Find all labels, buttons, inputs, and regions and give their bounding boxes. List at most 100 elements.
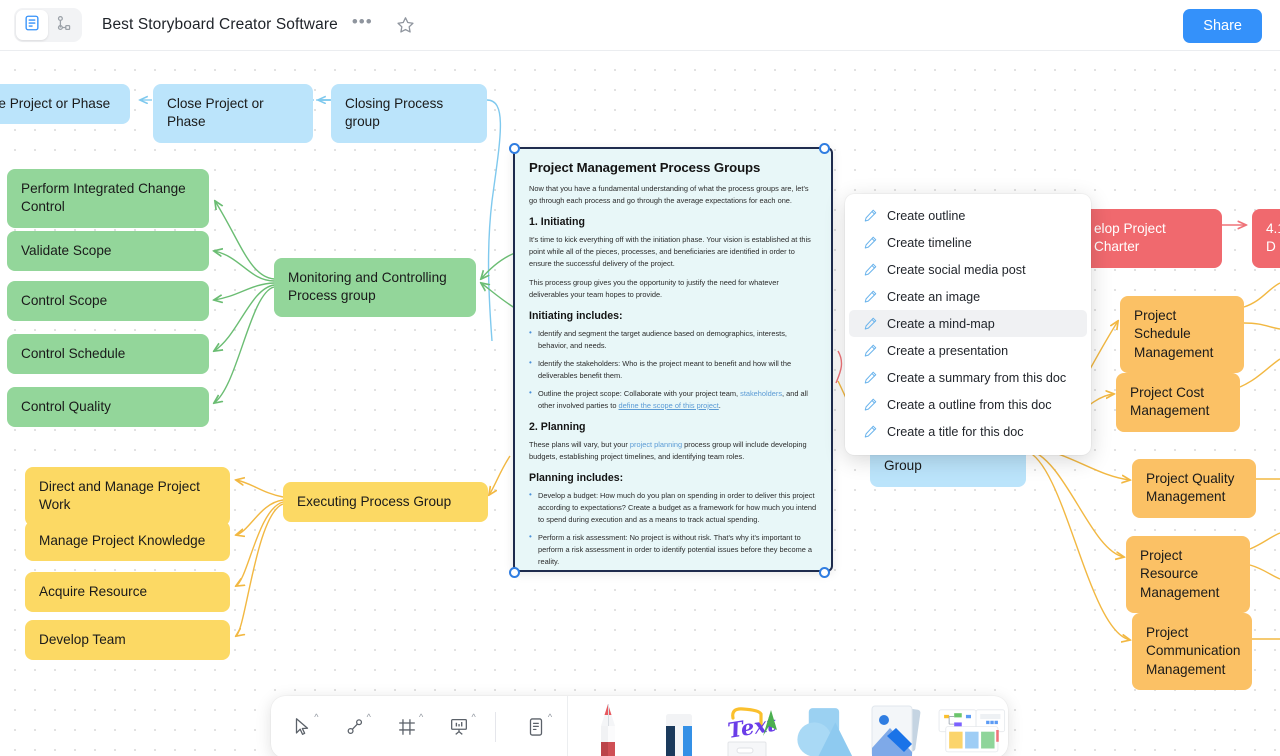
chevron-up-icon: ^ [314,712,319,722]
mindmap-node-label: 4.1 D [1266,221,1280,255]
ai-menu-item[interactable]: Create social media post [849,256,1087,283]
ai-actions-menu[interactable]: Create outline Create timeline Create soci… [845,194,1091,455]
doc-view-toggle[interactable] [16,10,48,40]
eraser-tool[interactable] [643,696,714,756]
mindmap-node[interactable]: Develop Team [25,620,230,661]
mindmap-node[interactable]: Closing Process group [331,84,487,143]
ai-menu-item-label: Create a title for this doc [887,424,1024,439]
connector-tool[interactable]: ^ [333,705,375,749]
select-tool[interactable]: ^ [281,705,323,749]
doc-para-initiating-2: This process group gives you the opportu… [529,277,779,299]
mindmap-node-label: Control Quality [21,399,111,414]
ai-menu-item[interactable]: Create an image [849,283,1087,310]
ai-menu-item[interactable]: Create a mind-map [849,310,1087,337]
mindmap-node[interactable]: Control Schedule [7,334,209,375]
list-item: Perform a risk assessment: No project is… [529,531,817,568]
mindmap-node-label: Project Communication Management [1146,625,1241,677]
mindmap-node[interactable]: Project Quality Management [1132,459,1256,518]
list-item: Outline the project scope: Collaborate w… [529,387,817,412]
mindmap-node[interactable]: ose Project or Phase [0,84,130,125]
ai-menu-item-label: Create outline [887,208,966,223]
doc-tool[interactable]: ^ [515,705,557,749]
resize-handle-bl[interactable] [509,567,520,578]
view-mode-toggle [14,8,82,42]
ai-menu-item[interactable]: Create outline [849,202,1087,229]
mindmap-node[interactable]: 4.1 D [1252,209,1280,268]
chevron-up-icon: ^ [547,712,553,722]
bottom-toolbar[interactable]: ^ ^ ^ ^ ^ Text [271,696,1008,756]
resize-handle-tr[interactable] [819,143,830,154]
scope-link[interactable]: define the scope of this project [619,401,719,410]
pencil-icon [863,424,878,439]
mindmap-node[interactable]: Direct and Manage Project Work [25,467,230,526]
ai-menu-item[interactable]: Create a title for this doc [849,418,1087,445]
mindmap-node-label: Monitoring and Controlling Process group [288,270,447,304]
mindmap-node-label: Close Project or Phase [167,96,264,130]
pencil-icon [863,397,878,412]
ai-menu-item-label: Create social media post [887,262,1026,277]
template-tool[interactable] [934,696,1008,756]
mindmap-node[interactable]: Validate Scope [7,231,209,272]
mindmap-node[interactable]: Project Communication Management [1132,613,1252,691]
doc-heading-planning: 2. Planning [529,420,586,433]
mindmap-node-label: Executing Process Group [297,494,452,509]
mindmap-node[interactable]: Manage Project Knowledge [25,521,230,562]
mindmap-node-label: Control Scope [21,293,108,308]
resize-handle-tl[interactable] [509,143,520,154]
text-tool[interactable]: Text [715,696,786,756]
doc-heading-initiating: 1. Initiating [529,215,585,228]
shape-tool[interactable] [786,696,860,756]
resize-handle-br[interactable] [819,567,830,578]
doc-heading-planning-includes: Planning includes: [529,471,624,484]
li-text: Outline the project scope: Collaborate w… [538,388,741,398]
mindmap-view-toggle[interactable] [48,10,80,40]
mindmap-node[interactable]: elop Project Charter [1080,209,1222,268]
mindmap-node[interactable]: Acquire Resource [25,572,230,613]
mindmap-node-label: Project Cost Management [1130,385,1210,419]
pencil-icon [863,370,878,385]
ai-menu-item-label: Create a presentation [887,343,1009,358]
mindmap-node[interactable]: Executing Process Group [283,482,488,523]
list-item: Develop a budget: How much do you plan o… [529,489,817,526]
whiteboard-app: Best Storyboard Creator Software ••• Sha… [0,0,1280,756]
pencil-icon [863,235,878,250]
doc-card-intro: Now that you have a fundamental understa… [529,184,809,205]
document-card[interactable]: Project Management Process Groups Now th… [513,147,833,572]
list-item: Identify the stakeholders: Who is the pr… [529,357,817,382]
mindmap-node[interactable]: Perform Integrated Change Control [7,169,209,228]
pencil-icon [863,262,878,277]
mindmap-node[interactable]: Project Schedule Management [1120,296,1244,374]
ai-menu-item-label: Create a summary from this doc [887,370,1067,385]
pen-tool[interactable] [572,696,643,756]
ai-menu-item-label: Create a mind-map [887,316,995,331]
presentation-tool[interactable]: ^ [438,705,480,749]
document-icon [23,14,41,37]
stakeholders-link[interactable]: stakeholders [740,389,782,398]
project-planning-link[interactable]: project planning [630,440,682,449]
mindmap-node-label: Acquire Resource [39,584,148,599]
ai-menu-item[interactable]: Create timeline [849,229,1087,256]
ai-menu-item[interactable]: Create a presentation [849,337,1087,364]
chevron-up-icon: ^ [366,712,371,722]
mindmap-node[interactable]: Control Scope [7,281,209,322]
ai-menu-item[interactable]: Create a summary from this doc [849,364,1087,391]
mindmap-node[interactable]: Control Quality [7,387,209,428]
ai-menu-item-label: Create timeline [887,235,972,250]
image-tool[interactable] [860,696,934,756]
title-more-button[interactable]: ••• [352,13,373,33]
mindmap-node[interactable]: Project Cost Management [1116,373,1240,432]
share-button[interactable]: Share [1183,9,1262,43]
ai-menu-item-label: Create a outline from this doc [887,397,1052,412]
mindmap-node-label: Validate Scope [21,243,112,258]
star-icon[interactable] [395,15,416,36]
frame-tool[interactable]: ^ [386,705,428,749]
toolbar-divider [494,712,496,742]
mindmap-node[interactable]: Close Project or Phase [153,84,313,143]
mindmap-node[interactable]: Project Resource Management [1126,536,1250,614]
pencil-icon [863,316,878,331]
whiteboard-canvas[interactable]: ose Project or Phase Close Project or Pha… [0,51,1280,756]
mindmap-node[interactable]: Monitoring and Controlling Process group [274,258,476,317]
p-text: These plans will vary, but your [529,439,630,449]
ai-menu-item[interactable]: Create a outline from this doc [849,391,1087,418]
doc-heading-initiating-includes: Initiating includes: [529,309,623,322]
